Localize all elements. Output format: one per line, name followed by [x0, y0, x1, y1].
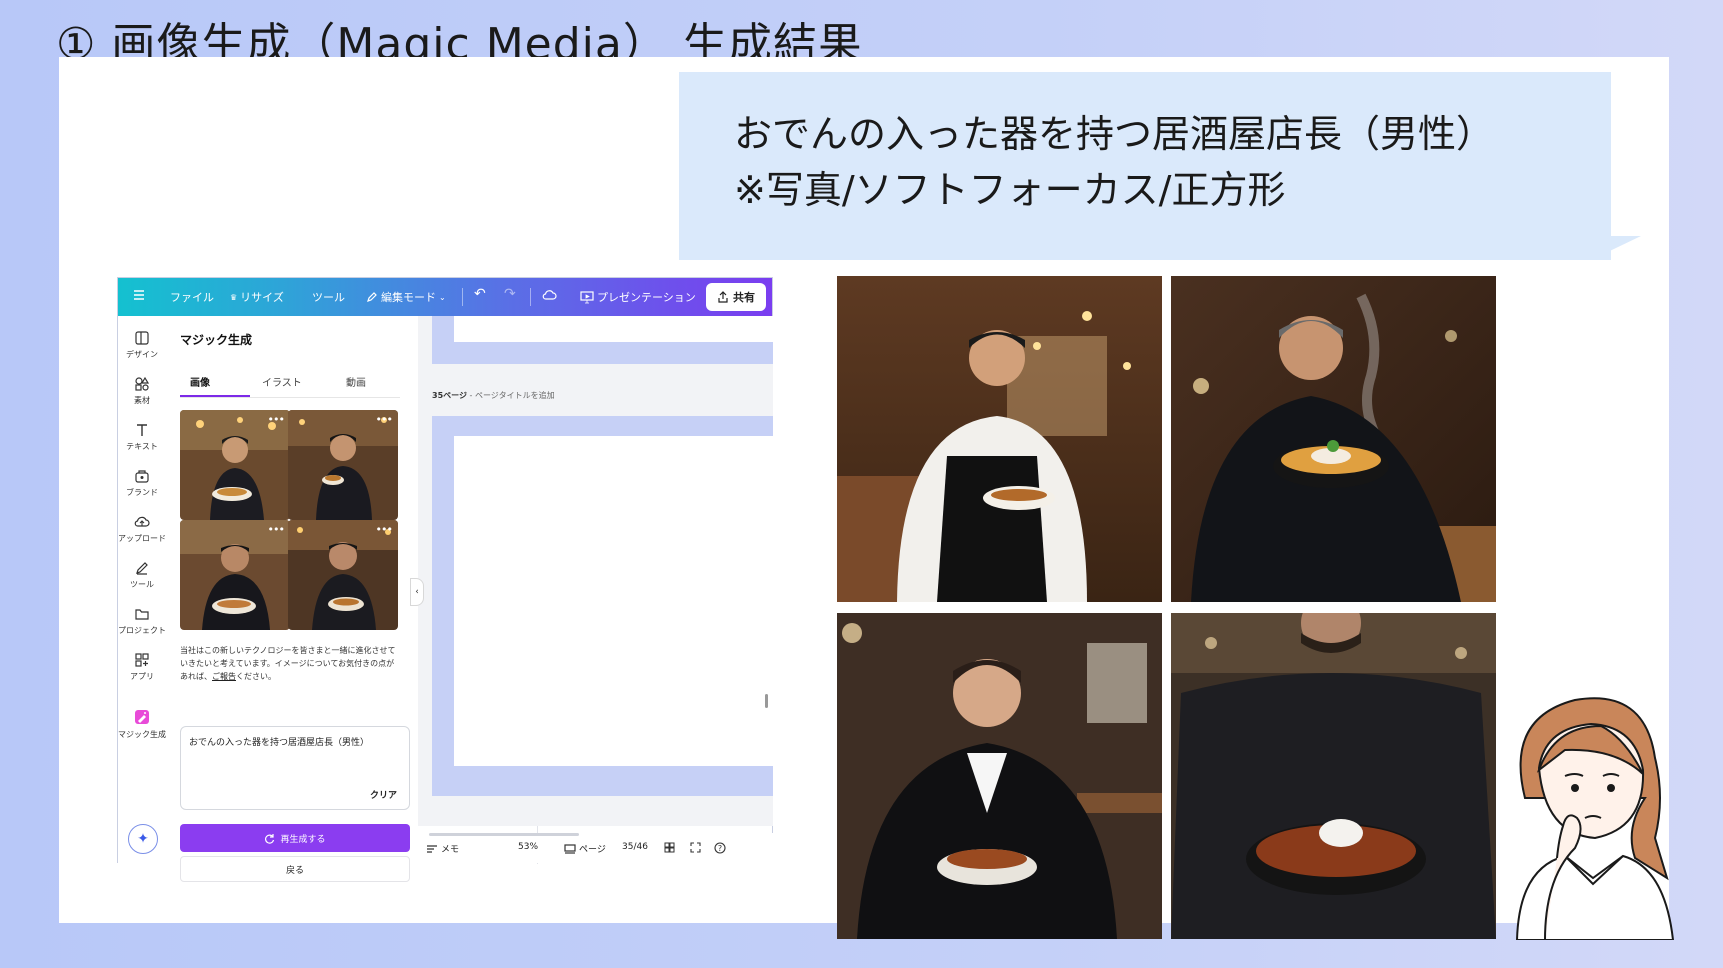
- upload-icon: [134, 516, 150, 527]
- rail-projects[interactable]: プロジェクト: [118, 606, 166, 636]
- crown-icon: ♛: [230, 292, 238, 302]
- more-options-icon[interactable]: •••: [376, 523, 393, 536]
- help-icon[interactable]: ?: [714, 842, 726, 854]
- resize-menu[interactable]: ♛ リサイズ: [230, 289, 284, 305]
- prompt-callout-text: おでんの入った器を持つ居酒屋店長（男性） ※写真/ソフトフォーカス/正方形: [734, 106, 1494, 218]
- page-label[interactable]: 35ページ - ページタイトルを追加: [432, 390, 555, 401]
- rail-brand[interactable]: ブランド: [118, 468, 166, 498]
- prompt-line-2: ※写真/ソフトフォーカス/正方形: [734, 168, 1286, 212]
- notes-icon: [427, 844, 437, 853]
- canvas-area: 35ページ - ページタイトルを追加: [418, 316, 773, 826]
- scrollbar[interactable]: [765, 694, 768, 708]
- rail-elements[interactable]: 素材: [118, 376, 166, 406]
- share-icon: [718, 291, 728, 303]
- rail-design[interactable]: デザイン: [118, 330, 166, 360]
- redo-icon[interactable]: ↷: [504, 286, 516, 302]
- page-count: 35/46: [622, 842, 648, 852]
- chevron-down-icon: ⌄: [439, 292, 446, 302]
- text-icon: [137, 424, 147, 436]
- thinking-woman-illustration: [1515, 697, 1675, 940]
- cloud-save-icon[interactable]: [542, 288, 557, 302]
- notes-button[interactable]: メモ: [426, 842, 459, 855]
- presentation-button[interactable]: プレゼンテーション: [580, 289, 696, 305]
- result-thumbnail-2[interactable]: •••: [288, 410, 398, 520]
- pages-icon: [564, 843, 576, 854]
- edit-mode-dropdown[interactable]: 編集モード ⌄: [366, 289, 446, 305]
- tab-illustration[interactable]: イラスト: [262, 374, 302, 389]
- rail-upload[interactable]: アップロード: [118, 514, 166, 544]
- rail-text[interactable]: テキスト: [118, 422, 166, 452]
- more-options-icon[interactable]: •••: [376, 413, 393, 426]
- magic-assistant-icon[interactable]: ✦: [128, 824, 158, 854]
- refresh-icon: [265, 833, 275, 844]
- top-toolbar: ファイル ♛ リサイズ ツール 編集モード ⌄ ↶ ↷ プレゼンテーション 共有: [118, 278, 772, 316]
- pencil-icon: [367, 292, 377, 302]
- clear-button[interactable]: クリア: [370, 788, 397, 801]
- report-link[interactable]: ご報告: [212, 672, 236, 681]
- side-rail: デザイン 素材 テキスト ブランド アップロード ツール プロジェクト アプリ: [118, 316, 166, 864]
- feedback-notice: 当社はこの新しいテクノロジーを皆さまと一緒に進化させて いきたいと考えています。…: [180, 646, 396, 681]
- panel-title: マジック生成: [180, 333, 253, 347]
- apps-icon: [135, 653, 149, 667]
- tools-menu[interactable]: ツール: [312, 289, 345, 305]
- bottom-bar: メモ 53% ページ 35/46 ?: [418, 833, 773, 863]
- undo-icon[interactable]: ↶: [474, 286, 486, 302]
- generated-image-4: [1171, 613, 1496, 939]
- menu-icon[interactable]: [132, 288, 146, 302]
- canva-editor-window: ファイル ♛ リサイズ ツール 編集モード ⌄ ↶ ↷ プレゼンテーション 共有 …: [117, 277, 773, 882]
- rail-apps[interactable]: アプリ: [118, 652, 166, 682]
- active-tab-indicator: [180, 395, 250, 397]
- generated-image-1: [837, 276, 1162, 602]
- zoom-level[interactable]: 53%: [518, 842, 538, 852]
- result-thumbnail-1[interactable]: •••: [180, 410, 290, 520]
- prompt-input-value: おでんの入った器を持つ居酒屋店長（男性）: [189, 738, 370, 748]
- result-thumbnail-3[interactable]: •••: [180, 520, 290, 630]
- zoom-slider[interactable]: [429, 833, 579, 836]
- result-thumbnail-4[interactable]: •••: [288, 520, 398, 630]
- elements-icon: [135, 376, 150, 391]
- rail-tools[interactable]: ツール: [118, 560, 166, 590]
- magic-media-icon: [135, 710, 149, 724]
- tab-divider: [180, 397, 400, 398]
- tab-image[interactable]: 画像: [190, 374, 210, 389]
- generated-image-3: [837, 613, 1162, 939]
- callout-tail: [1591, 236, 1641, 260]
- brand-icon: [135, 470, 149, 483]
- regenerate-button[interactable]: 再生成する: [180, 824, 410, 852]
- prompt-input[interactable]: おでんの入った器を持つ居酒屋店長（男性） クリア: [180, 726, 410, 810]
- tab-video[interactable]: 動画: [346, 374, 366, 389]
- rail-magic-media[interactable]: マジック生成: [118, 708, 166, 740]
- folder-icon: [135, 609, 149, 620]
- more-options-icon[interactable]: •••: [268, 523, 285, 536]
- more-options-icon[interactable]: •••: [268, 413, 285, 426]
- prompt-line-1: おでんの入った器を持つ居酒屋店長（男性）: [734, 112, 1495, 156]
- svg-text:?: ?: [718, 844, 722, 853]
- presentation-icon: [580, 290, 594, 303]
- back-button[interactable]: 戻る: [180, 856, 410, 882]
- current-page[interactable]: [432, 416, 773, 796]
- grid-view-icon[interactable]: [664, 842, 675, 853]
- draw-icon: [136, 562, 148, 575]
- design-icon: [135, 331, 149, 345]
- collapse-panel-button[interactable]: ‹: [410, 578, 424, 606]
- pages-button[interactable]: ページ: [564, 842, 606, 855]
- generated-image-2: [1171, 276, 1496, 602]
- previous-page[interactable]: [432, 316, 773, 364]
- file-menu[interactable]: ファイル: [170, 289, 214, 305]
- share-button[interactable]: 共有: [706, 283, 766, 311]
- fullscreen-icon[interactable]: [690, 842, 701, 853]
